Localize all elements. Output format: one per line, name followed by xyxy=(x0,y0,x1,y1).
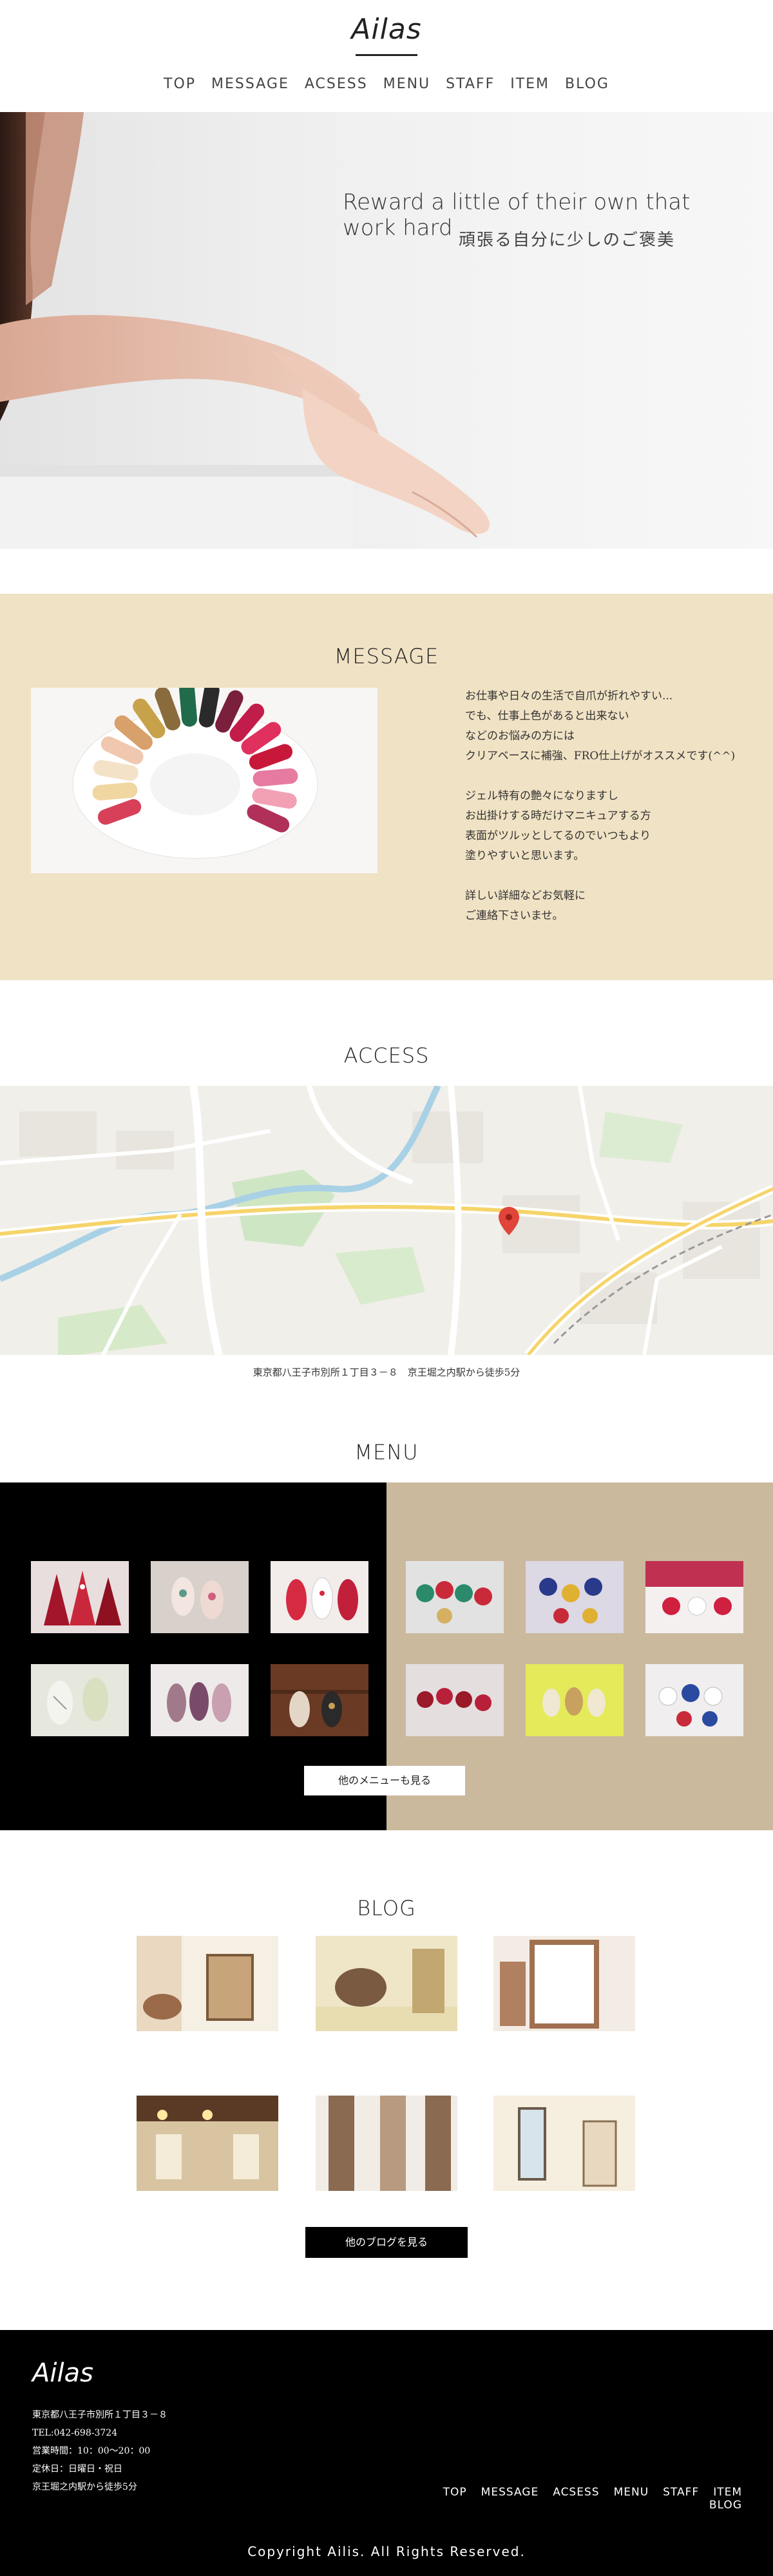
message-line: などのお悩みの方には xyxy=(465,730,575,743)
menu-thumb[interactable] xyxy=(271,1561,368,1633)
nav-staff[interactable]: STAFF xyxy=(446,76,495,92)
hero-subtitle: 頑張る自分に少しのご褒美 xyxy=(459,231,676,250)
menu-thumb[interactable] xyxy=(151,1561,249,1633)
menu-thumb[interactable] xyxy=(31,1664,129,1736)
menu-thumb[interactable] xyxy=(645,1664,743,1736)
site-logo[interactable]: Ailas xyxy=(0,13,773,46)
footer-nav-item[interactable]: ITEM xyxy=(713,2486,742,2499)
access-address: 東京都八王子市別所１丁目３－８ 京王堀之内駅から徒歩5分 xyxy=(253,1367,520,1378)
footer-nav-staff[interactable]: STAFF xyxy=(663,2486,699,2499)
message-line: ご連絡下さいませ。 xyxy=(465,909,564,922)
message-heading: MESSAGE xyxy=(334,644,439,668)
access-map[interactable] xyxy=(0,1086,773,1355)
nav-menu[interactable]: MENU xyxy=(383,76,430,92)
menu-thumb[interactable] xyxy=(526,1561,624,1633)
footer-tel: TEL:042-698-3724 xyxy=(32,2428,118,2438)
message-line: お出掛けする時だけマニキュアする方 xyxy=(465,810,651,822)
hero-section: Reward a little of their own that work h… xyxy=(0,112,773,549)
menu-thumb[interactable] xyxy=(526,1664,624,1736)
copyright: Copyright Ailis. All Rights Reserved. xyxy=(247,2544,526,2559)
nav-item[interactable]: ITEM xyxy=(510,76,549,92)
nav-access[interactable]: ACSESS xyxy=(305,76,368,92)
hero-image xyxy=(0,112,490,549)
footer-nav-access[interactable]: ACSESS xyxy=(553,2486,599,2499)
blog-thumb[interactable] xyxy=(137,1936,278,2031)
nav-message[interactable]: MESSAGE xyxy=(211,76,289,92)
footer-logo[interactable]: Ailas xyxy=(32,2358,93,2388)
menu-heading: MENU xyxy=(354,1440,419,1464)
menu-thumb[interactable] xyxy=(406,1561,504,1633)
logo-underline xyxy=(356,54,417,56)
nav-blog[interactable]: BLOG xyxy=(565,76,609,92)
message-line: ジェル特有の艶々になりますし xyxy=(465,790,618,802)
menu-thumb[interactable] xyxy=(31,1561,129,1633)
message-line: お仕事や日々の生活で自爪が折れやすい... xyxy=(465,690,673,703)
blog-thumb[interactable] xyxy=(137,2096,278,2191)
footer-hours: 営業時間：10：00～20：00 xyxy=(32,2446,151,2456)
blog-thumb[interactable] xyxy=(316,2096,457,2191)
message-line: 表面がツルッとしてるのでいつもより xyxy=(465,829,651,842)
footer-info: 東京都八王子市別所１丁目３－８ TEL:042-698-3724 営業時間：10… xyxy=(32,2406,167,2496)
footer-address: 東京都八王子市別所１丁目３－８ xyxy=(32,2410,167,2420)
message-line: クリアベースに補強、FRO仕上げがオススメです(^^) xyxy=(465,750,736,762)
menu-thumb[interactable] xyxy=(406,1664,504,1736)
footer-holiday: 定休日：日曜日・祝日 xyxy=(32,2464,122,2474)
blog-thumb[interactable] xyxy=(493,2096,635,2191)
message-line: 詳しい詳細などお気軽に xyxy=(465,889,586,902)
footer-nav: TOP MESSAGE ACSESS MENU STAFF ITEMBLOG xyxy=(386,2486,742,2512)
main-nav: TOP MESSAGE ACSESS MENU STAFF ITEM BLOG xyxy=(0,76,773,92)
message-section: MESSAGE お仕事や日々の生活で自爪が折れやすい... でも、仕事上色がある… xyxy=(0,594,773,980)
more-blog-button[interactable]: 他のブログを見る xyxy=(305,2227,468,2258)
footer-nav-blog[interactable]: BLOG xyxy=(709,2499,742,2512)
site-footer: Ailas 東京都八王子市別所１丁目３－８ TEL:042-698-3724 営… xyxy=(0,2330,773,2576)
footer-station: 京王堀之内駅から徒歩5分 xyxy=(32,2482,137,2492)
menu-thumb[interactable] xyxy=(645,1561,743,1633)
access-heading: ACCESS xyxy=(343,1043,430,1068)
message-line: 塗りやすいと思います。 xyxy=(465,849,585,862)
blog-thumb[interactable] xyxy=(316,1936,457,2031)
blog-thumb[interactable] xyxy=(493,1936,635,2031)
menu-thumb[interactable] xyxy=(151,1664,249,1736)
menu-section: 他のメニューも見る xyxy=(0,1482,773,1830)
footer-nav-message[interactable]: MESSAGE xyxy=(481,2486,539,2499)
menu-thumb[interactable] xyxy=(271,1664,368,1736)
message-text: お仕事や日々の生活で自爪が折れやすい... でも、仕事上色があると出来ない など… xyxy=(465,687,761,926)
nail-color-wheel-image xyxy=(31,688,377,873)
blog-heading: BLOG xyxy=(357,1896,416,1920)
message-line: でも、仕事上色があると出来ない xyxy=(465,710,629,723)
nav-top[interactable]: TOP xyxy=(164,76,196,92)
site-header: Ailas TOP MESSAGE ACSESS MENU STAFF ITEM BLOG xyxy=(0,0,773,112)
footer-nav-top[interactable]: TOP xyxy=(443,2486,467,2499)
more-menu-button[interactable]: 他のメニューも見る xyxy=(304,1766,465,1795)
footer-nav-menu[interactable]: MENU xyxy=(614,2486,649,2499)
